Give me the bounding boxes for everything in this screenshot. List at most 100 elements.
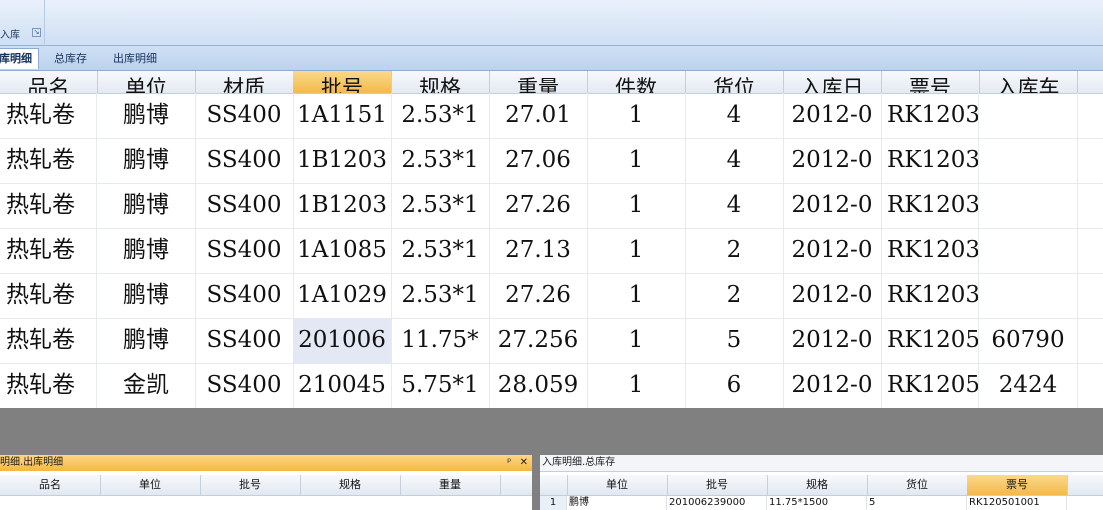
cell-batch[interactable]: 1A1029 bbox=[293, 273, 392, 318]
cell-weight[interactable]: 27.06 bbox=[489, 138, 588, 183]
cell-spec[interactable]: 5.75*1 bbox=[391, 363, 490, 408]
cell-spec[interactable]: 2.53*1 bbox=[391, 228, 490, 273]
cell-batch[interactable]: 1A1151 bbox=[293, 93, 392, 138]
cell-inbound-date[interactable]: 2012-0 bbox=[783, 273, 882, 318]
column-header-material[interactable]: 材质 bbox=[195, 71, 294, 93]
column-header-location[interactable]: 货位 bbox=[685, 71, 784, 93]
tab-total-inventory[interactable]: 总库存 bbox=[48, 49, 93, 69]
close-icon[interactable]: ✕ bbox=[520, 457, 528, 468]
cell-spec[interactable]: 11.75* bbox=[391, 318, 490, 363]
cell-unit[interactable]: 鹏博 bbox=[97, 228, 196, 273]
cell-location[interactable]: 2 bbox=[685, 228, 784, 273]
cell-pieces[interactable]: 1 bbox=[587, 363, 686, 408]
cell-material[interactable]: SS400 bbox=[195, 138, 294, 183]
cell-product[interactable]: 热轧卷 bbox=[0, 138, 97, 183]
table-row[interactable]: 热轧卷 鹏博 SS400 1A1151 2.53*1 27.01 1 4 2012-0 RK120… bbox=[0, 93, 1103, 139]
cell-inbound-date[interactable]: 2012-0 bbox=[783, 138, 882, 183]
cell-unit[interactable]: 鹏博 bbox=[97, 183, 196, 228]
cell-ticket[interactable]: RK1205 bbox=[881, 363, 979, 408]
cell-location[interactable]: 5 bbox=[685, 318, 784, 363]
cell-weight[interactable]: 27.13 bbox=[489, 228, 588, 273]
cell-unit[interactable]: 鹏博 bbox=[567, 496, 667, 510]
cell-inbound-vehicle[interactable] bbox=[979, 273, 1078, 318]
cell-pieces[interactable]: 1 bbox=[587, 138, 686, 183]
column-header-product[interactable]: 品名 bbox=[0, 475, 101, 495]
cell-batch[interactable]: 210045 bbox=[293, 363, 392, 408]
cell-inbound-vehicle[interactable] bbox=[979, 93, 1078, 138]
column-header-batch[interactable]: 批号 bbox=[293, 71, 392, 93]
cell-inbound-date[interactable]: 2012-0 bbox=[783, 183, 882, 228]
cell-product[interactable]: 热轧卷 bbox=[0, 318, 97, 363]
column-header-ticket[interactable]: 票号 bbox=[967, 475, 1068, 495]
column-header-unit[interactable]: 单位 bbox=[100, 475, 201, 495]
table-row[interactable]: 1 鹏博 201006239000 11.75*1500 5 RK1205010… bbox=[540, 496, 1103, 510]
table-row[interactable]: 热轧卷 鹏博 SS400 1B1203 2.53*1 27.26 1 4 2012-0 RK120… bbox=[0, 183, 1103, 229]
cell-material[interactable]: SS400 bbox=[195, 363, 294, 408]
cell-product[interactable]: 热轧卷 bbox=[0, 273, 97, 318]
cell-batch[interactable]: 1A1085 bbox=[293, 228, 392, 273]
cell-batch[interactable]: 1B1203 bbox=[293, 183, 392, 228]
column-header-weight[interactable]: 重量 bbox=[489, 71, 588, 93]
cell-unit[interactable]: 鹏博 bbox=[97, 318, 196, 363]
column-header-spec[interactable]: 规格 bbox=[767, 475, 868, 495]
column-header-unit[interactable]: 单位 bbox=[567, 475, 668, 495]
cell-pieces[interactable]: 1 bbox=[587, 273, 686, 318]
cell-product[interactable]: 热轧卷 bbox=[0, 93, 97, 138]
cell-inbound-vehicle[interactable]: 60790 bbox=[979, 318, 1078, 363]
cell-location[interactable]: 2 bbox=[685, 273, 784, 318]
column-header-inbound-vehicle[interactable]: 入库车 bbox=[979, 71, 1078, 93]
cell-ticket[interactable]: RK1203 bbox=[881, 93, 979, 138]
cell-inbound-vehicle[interactable] bbox=[979, 138, 1078, 183]
cell-inbound-vehicle[interactable] bbox=[979, 183, 1078, 228]
cell-location[interactable]: 4 bbox=[685, 183, 784, 228]
column-header-ticket[interactable]: 票号 bbox=[881, 71, 980, 93]
pin-icon[interactable]: ᵖ bbox=[507, 457, 511, 468]
cell-ticket[interactable]: RK1203 bbox=[881, 273, 979, 318]
cell-material[interactable]: SS400 bbox=[195, 273, 294, 318]
table-row[interactable]: 热轧卷 鹏博 SS400 1A1029 2.53*1 27.26 1 2 2012-0 RK120… bbox=[0, 273, 1103, 319]
cell-inbound-date[interactable]: 2012-0 bbox=[783, 228, 882, 273]
cell-pieces[interactable]: 1 bbox=[587, 228, 686, 273]
cell-product[interactable]: 热轧卷 bbox=[0, 363, 97, 408]
cell-pieces[interactable]: 1 bbox=[587, 318, 686, 363]
table-row[interactable]: 热轧卷 鹏博 SS400 1A1085 2.53*1 27.13 1 2 2012-0 RK120… bbox=[0, 228, 1103, 274]
cell-inbound-date[interactable]: 2012-0 bbox=[783, 93, 882, 138]
cell-pieces[interactable]: 1 bbox=[587, 183, 686, 228]
cell-material[interactable]: SS400 bbox=[195, 183, 294, 228]
cell-spec[interactable]: 2.53*1 bbox=[391, 138, 490, 183]
cell-inbound-date[interactable]: 2012-0 bbox=[783, 318, 882, 363]
cell-ticket[interactable]: RK1205 bbox=[881, 318, 979, 363]
cell-weight[interactable]: 27.01 bbox=[489, 93, 588, 138]
cell-spec[interactable]: 2.53*1 bbox=[391, 273, 490, 318]
cell-material[interactable]: SS400 bbox=[195, 228, 294, 273]
cell-ticket[interactable]: RK1203 bbox=[881, 138, 979, 183]
cell-location[interactable]: 6 bbox=[685, 363, 784, 408]
column-header-batch[interactable]: 批号 bbox=[667, 475, 768, 495]
cell-ticket[interactable]: RK120501001 bbox=[967, 496, 1067, 510]
cell-weight[interactable]: 27.26 bbox=[489, 183, 588, 228]
cell-inbound-vehicle[interactable] bbox=[979, 228, 1078, 273]
column-header-inbound-date[interactable]: 入库日 bbox=[783, 71, 882, 93]
cell-weight[interactable]: 27.26 bbox=[489, 273, 588, 318]
table-row[interactable]: 热轧卷 鹏博 SS400 1B1203 2.53*1 27.06 1 4 2012-0 RK120… bbox=[0, 138, 1103, 184]
column-header-weight[interactable]: 重量 bbox=[400, 475, 501, 495]
column-header-batch[interactable]: 批号 bbox=[200, 475, 301, 495]
cell-batch[interactable]: 1B1203 bbox=[293, 138, 392, 183]
tab-inbound-detail[interactable]: 库明细 bbox=[0, 48, 39, 69]
cell-material[interactable]: SS400 bbox=[195, 93, 294, 138]
table-row[interactable]: 热轧卷 鹏博 SS400 201006 11.75* 27.256 1 5 2012-0 RK12… bbox=[0, 318, 1103, 364]
cell-location[interactable]: 5 bbox=[867, 496, 967, 510]
tab-outbound-detail[interactable]: 出库明细 bbox=[107, 49, 163, 69]
cell-batch[interactable]: 201006239000 bbox=[667, 496, 767, 510]
cell-unit[interactable]: 鹏博 bbox=[97, 138, 196, 183]
column-header-spec[interactable]: 规格 bbox=[300, 475, 401, 495]
cell-product[interactable]: 热轧卷 bbox=[0, 228, 97, 273]
cell-location[interactable]: 4 bbox=[685, 93, 784, 138]
table-row[interactable]: 热轧卷 金凯 SS400 210045 5.75*1 28.059 1 6 2012-0 RK12… bbox=[0, 363, 1103, 408]
column-header-pieces[interactable]: 件数 bbox=[587, 71, 686, 93]
cell-ticket[interactable]: RK1203 bbox=[881, 228, 979, 273]
column-header-spec[interactable]: 规格 bbox=[391, 71, 490, 93]
cell-unit[interactable]: 金凯 bbox=[97, 363, 196, 408]
cell-spec[interactable]: 2.53*1 bbox=[391, 93, 490, 138]
cell-ticket[interactable]: RK1203 bbox=[881, 183, 979, 228]
